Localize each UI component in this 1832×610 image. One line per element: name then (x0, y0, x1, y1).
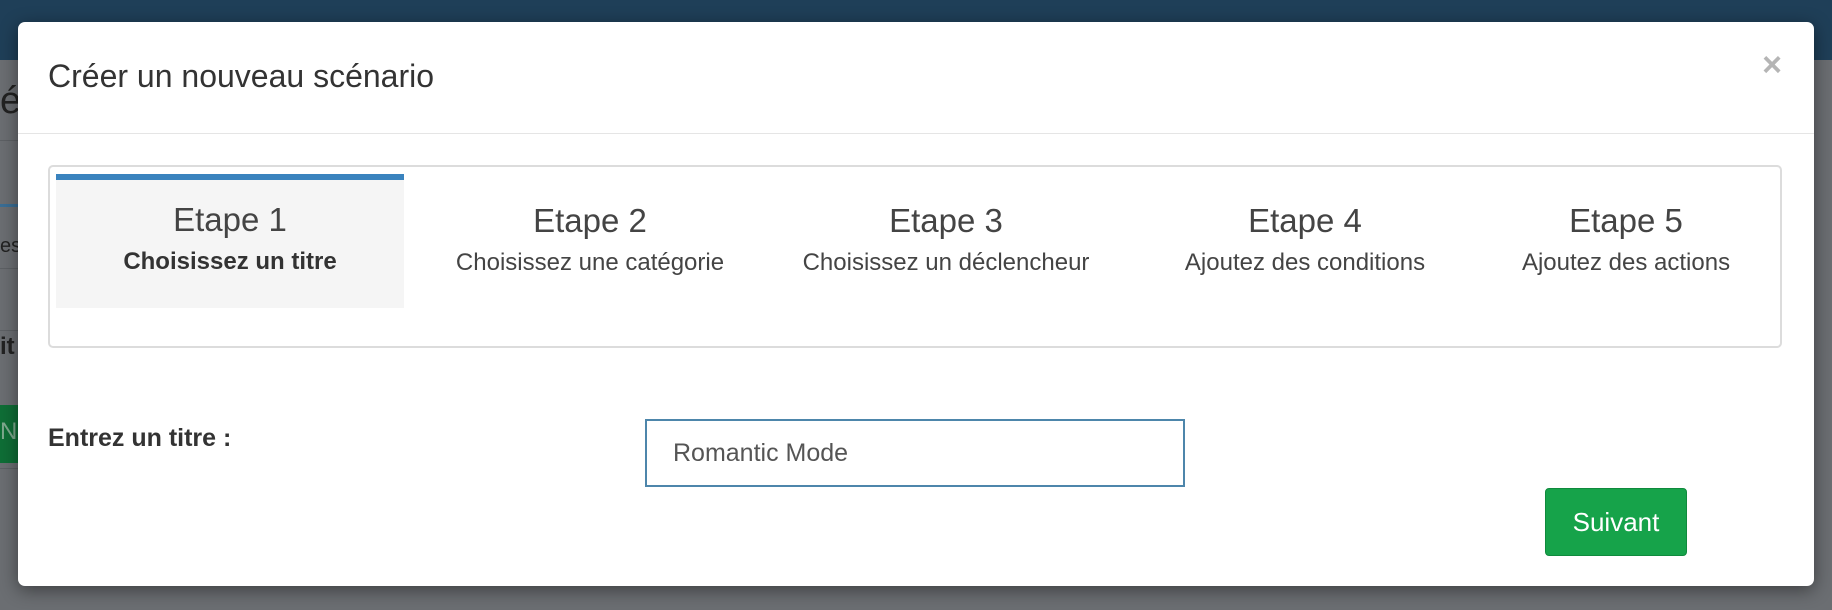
modal-header: Créer un nouveau scénario × (18, 22, 1814, 134)
close-icon[interactable]: × (1758, 48, 1786, 82)
wizard-step-2[interactable]: Etape 2 Choisissez une catégorie (440, 175, 740, 303)
wizard-step-5[interactable]: Etape 5 Ajoutez des actions (1476, 175, 1776, 303)
step-number: Etape 2 (533, 202, 647, 239)
create-scenario-modal: Créer un nouveau scénario × Etape 1 Choi… (18, 22, 1814, 586)
step-label: Choisissez un déclencheur (802, 249, 1090, 276)
title-input[interactable] (645, 419, 1185, 487)
step-number: Etape 3 (889, 202, 1003, 239)
wizard-step-1[interactable]: Etape 1 Choisissez un titre (56, 174, 404, 308)
wizard-steps: Etape 1 Choisissez un titre Etape 2 Choi… (48, 165, 1782, 348)
step-label: Choisissez un titre (123, 248, 337, 275)
step-number: Etape 1 (173, 201, 287, 238)
step-number: Etape 5 (1569, 202, 1683, 239)
background-accent (0, 204, 20, 207)
step-label: Ajoutez des conditions (1184, 249, 1426, 276)
step-label: Ajoutez des actions (1521, 249, 1731, 276)
background-text: ér (0, 80, 18, 122)
background-text: it (0, 333, 15, 360)
wizard-step-4[interactable]: Etape 4 Ajoutez des conditions (1140, 175, 1470, 303)
step-number: Etape 4 (1248, 202, 1362, 239)
modal-title: Créer un nouveau scénario (48, 58, 435, 94)
next-button[interactable]: Suivant (1545, 488, 1687, 556)
background-text: N (0, 418, 18, 445)
wizard-step-3[interactable]: Etape 3 Choisissez un déclencheur (796, 175, 1096, 303)
title-field-label: Entrez un titre : (48, 424, 232, 452)
step-label: Choisissez une catégorie (455, 249, 725, 276)
background-text: es (0, 235, 18, 257)
